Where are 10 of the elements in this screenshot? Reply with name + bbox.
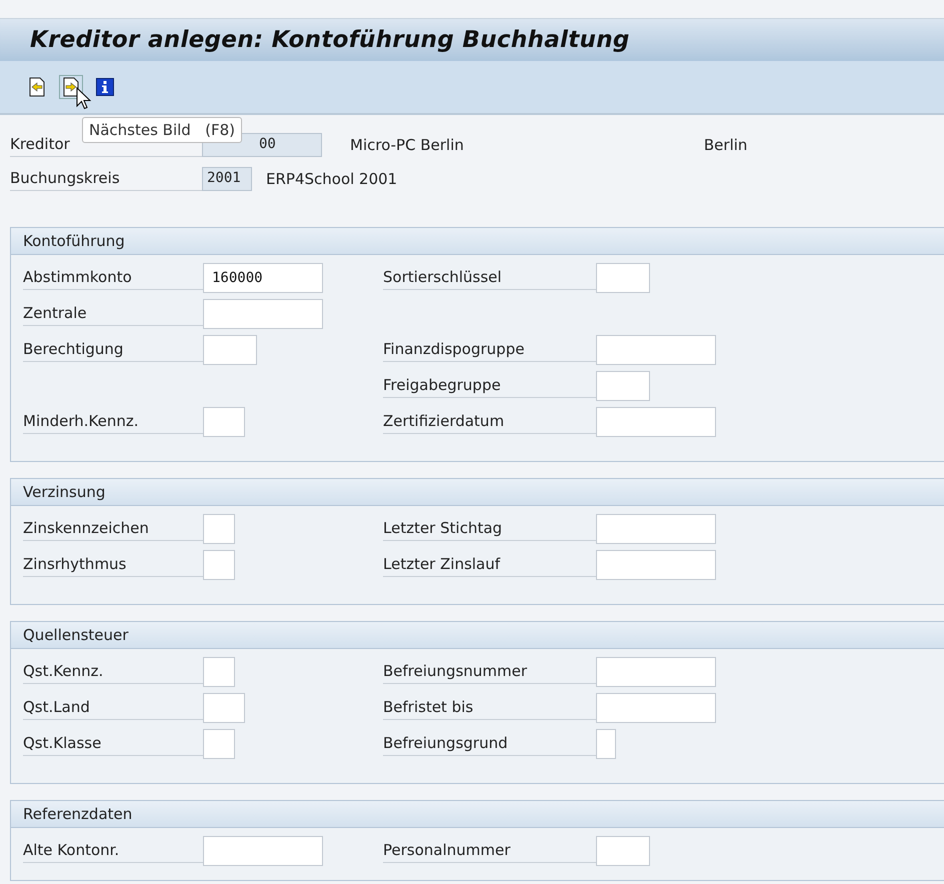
tooltip: Nächstes Bild (F8) bbox=[82, 117, 242, 143]
city-text: Berlin bbox=[704, 136, 748, 154]
window-title: Kreditor anlegen: Kontoführung Buchhaltung bbox=[30, 27, 630, 53]
description-text: Micro-PC Berlin bbox=[350, 136, 464, 154]
section-title: Kontoführung bbox=[11, 228, 944, 255]
description-text: ERP4School 2001 bbox=[266, 170, 398, 188]
section-title: Referenzdaten bbox=[11, 801, 944, 828]
section-title: Verzinsung bbox=[11, 479, 944, 506]
read-only-field: 2001 bbox=[202, 167, 252, 191]
section-title: Quellensteuer bbox=[11, 622, 944, 649]
